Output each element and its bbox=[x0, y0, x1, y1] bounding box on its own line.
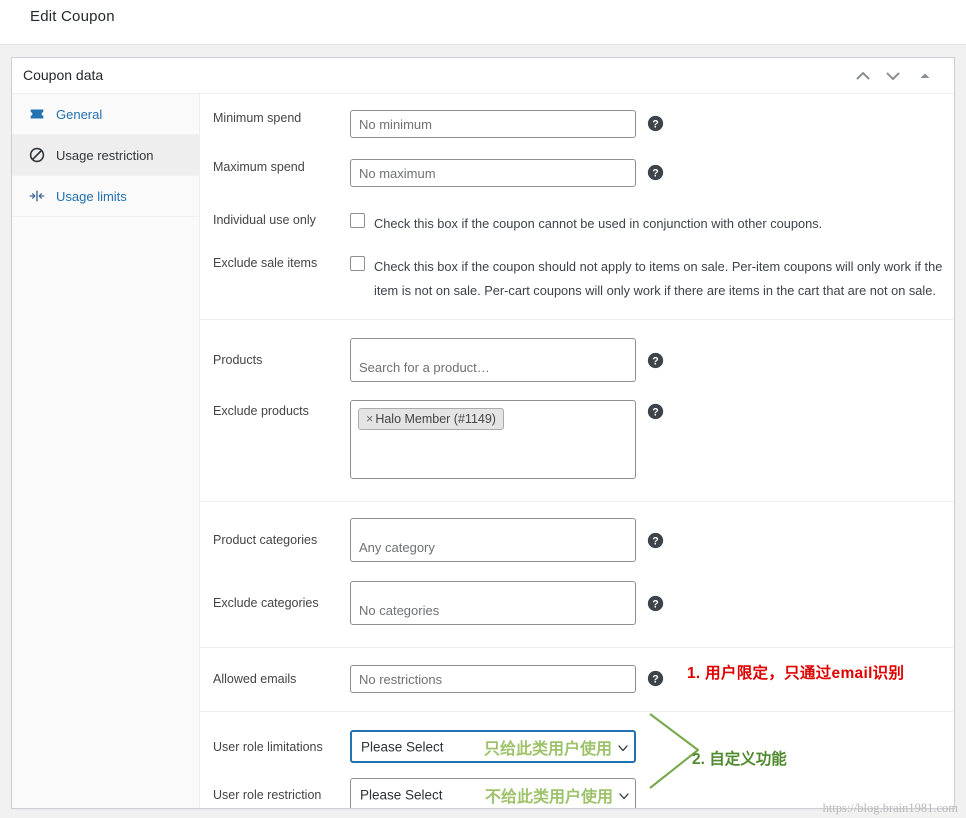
exclude-products-select[interactable]: ×Halo Member (#1149) bbox=[350, 400, 636, 479]
help-icon[interactable]: ? bbox=[647, 403, 664, 420]
minimum-spend-input[interactable] bbox=[350, 110, 636, 138]
help-icon[interactable]: ? bbox=[647, 670, 664, 687]
ticket-icon bbox=[28, 105, 46, 123]
triangle-up-icon[interactable] bbox=[914, 65, 936, 87]
coupon-data-panel-body: General Usage restriction bbox=[12, 94, 954, 808]
user-role-limitations-select[interactable]: Please Select 只给此类用户使用 bbox=[350, 730, 636, 763]
user-role-restriction-select[interactable]: Please Select 不给此类用户使用 bbox=[350, 778, 636, 808]
product-categories-placeholder: Any category bbox=[359, 540, 435, 555]
svg-text:?: ? bbox=[652, 673, 658, 685]
limit-arrows-icon bbox=[28, 187, 46, 205]
coupon-data-panel: Coupon data G bbox=[11, 57, 955, 809]
minimum-spend-row: Minimum spend ? bbox=[200, 110, 954, 138]
selected-product-chip[interactable]: ×Halo Member (#1149) bbox=[358, 408, 504, 430]
chevron-down-icon bbox=[617, 741, 629, 753]
exclude-products-label: Exclude products bbox=[200, 400, 350, 419]
svg-text:?: ? bbox=[652, 167, 658, 179]
user-role-restriction-overlay-note: 不给此类用户使用 bbox=[485, 783, 613, 807]
individual-use-row: Individual use only Check this box if th… bbox=[200, 212, 954, 236]
individual-use-checkbox[interactable] bbox=[350, 213, 365, 228]
maximum-spend-input[interactable] bbox=[350, 159, 636, 187]
categories-section: Product categories Any category ? bbox=[200, 502, 954, 648]
help-icon[interactable]: ? bbox=[647, 164, 664, 181]
help-icon[interactable]: ? bbox=[647, 115, 664, 132]
exclude-categories-row: Exclude categories No categories ? bbox=[200, 581, 954, 625]
help-icon[interactable]: ? bbox=[647, 595, 664, 612]
svg-text:?: ? bbox=[652, 598, 658, 610]
no-entry-icon bbox=[28, 146, 46, 164]
help-icon[interactable]: ? bbox=[647, 532, 664, 549]
svg-text:?: ? bbox=[652, 535, 658, 547]
user-role-limitations-overlay-note: 只给此类用户使用 bbox=[484, 735, 612, 759]
exclude-sale-items-checkbox[interactable] bbox=[350, 256, 365, 271]
tab-general-label: General bbox=[56, 107, 102, 122]
user-role-restriction-value: Please Select bbox=[360, 787, 443, 802]
user-role-limitations-value: Please Select bbox=[361, 739, 444, 754]
chevron-up-icon[interactable] bbox=[852, 65, 874, 87]
individual-use-label: Individual use only bbox=[200, 212, 350, 228]
tab-usage-restriction-label: Usage restriction bbox=[56, 148, 154, 163]
exclude-sale-items-description: Check this box if the coupon should not … bbox=[374, 255, 946, 303]
user-role-limitations-row: User role limitations Please Select 只给此类… bbox=[200, 730, 954, 763]
annotation-green-note: 2. 自定义功能 bbox=[692, 747, 787, 769]
help-icon[interactable]: ? bbox=[647, 352, 664, 369]
tab-usage-limits[interactable]: Usage limits bbox=[12, 176, 199, 217]
top-bar: Edit Coupon bbox=[0, 0, 966, 44]
exclude-categories-label: Exclude categories bbox=[200, 581, 350, 611]
chip-label: Halo Member (#1149) bbox=[375, 412, 496, 426]
panel-title: Coupon data bbox=[23, 67, 103, 83]
exclude-categories-select[interactable]: No categories bbox=[350, 581, 636, 625]
page-title: Edit Coupon bbox=[30, 8, 115, 25]
annotation-red-note: 1. 用户限定，只通过email识别 bbox=[687, 661, 904, 683]
allowed-emails-input[interactable] bbox=[350, 665, 636, 693]
tab-usage-limits-label: Usage limits bbox=[56, 189, 127, 204]
product-categories-select[interactable]: Any category bbox=[350, 518, 636, 562]
exclude-categories-placeholder: No categories bbox=[359, 603, 439, 618]
user-role-restriction-label: User role restriction bbox=[200, 778, 350, 803]
minimum-spend-label: Minimum spend bbox=[200, 110, 350, 126]
maximum-spend-row: Maximum spend ? bbox=[200, 159, 954, 187]
products-row: Products Search for a product… ? bbox=[200, 338, 954, 382]
exclude-sale-items-label: Exclude sale items bbox=[200, 255, 350, 271]
products-select[interactable]: Search for a product… bbox=[350, 338, 636, 382]
products-label: Products bbox=[200, 338, 350, 368]
user-role-section: User role limitations Please Select 只给此类… bbox=[200, 712, 954, 808]
product-categories-row: Product categories Any category ? bbox=[200, 518, 954, 562]
coupon-data-tabs: General Usage restriction bbox=[12, 94, 200, 808]
products-section: Products Search for a product… ? bbox=[200, 320, 954, 502]
usage-restriction-panel: Minimum spend ? Maximum spend bbox=[200, 94, 954, 808]
maximum-spend-label: Maximum spend bbox=[200, 159, 350, 175]
product-categories-label: Product categories bbox=[200, 518, 350, 548]
svg-text:?: ? bbox=[652, 355, 658, 367]
svg-text:?: ? bbox=[652, 118, 658, 130]
allowed-emails-label: Allowed emails bbox=[200, 665, 350, 687]
products-placeholder: Search for a product… bbox=[359, 360, 490, 375]
chevron-down-icon[interactable] bbox=[882, 65, 904, 87]
chevron-down-icon bbox=[618, 789, 630, 801]
spend-section: Minimum spend ? Maximum spend bbox=[200, 94, 954, 320]
svg-text:?: ? bbox=[652, 406, 658, 418]
user-role-limitations-label: User role limitations bbox=[200, 730, 350, 755]
remove-chip-icon[interactable]: × bbox=[366, 412, 373, 426]
exclude-sale-items-row: Exclude sale items Check this box if the… bbox=[200, 255, 954, 303]
coupon-data-panel-header: Coupon data bbox=[12, 58, 954, 94]
watermark: https://blog.brain1981.com bbox=[823, 801, 958, 816]
tab-general[interactable]: General bbox=[12, 94, 199, 135]
tab-usage-restriction[interactable]: Usage restriction bbox=[12, 135, 199, 176]
individual-use-description: Check this box if the coupon cannot be u… bbox=[374, 212, 822, 236]
exclude-products-row: Exclude products ×Halo Member (#1149) ? bbox=[200, 400, 954, 479]
